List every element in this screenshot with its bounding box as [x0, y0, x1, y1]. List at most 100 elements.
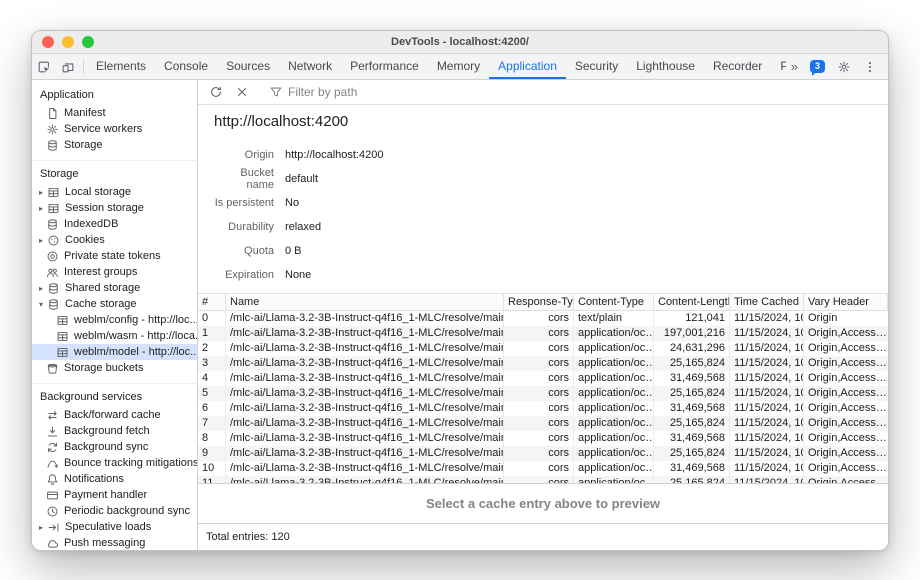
sidebar-item-bounce-tracking-mitigations[interactable]: Bounce tracking mitigations: [32, 455, 197, 471]
tab-memory[interactable]: Memory: [428, 54, 489, 79]
application-sidebar: ApplicationManifestService workersStorag…: [32, 80, 198, 550]
tab-performance-insights[interactable]: Performance insights: [771, 54, 785, 79]
cell-name: /mlc-ai/Llama-3.2-3B-Instruct-q4f16_1-ML…: [226, 401, 504, 416]
table-row[interactable]: 2/mlc-ai/Llama-3.2-3B-Instruct-q4f16_1-M…: [198, 341, 888, 356]
sidebar-item-shared-storage[interactable]: ▸Shared storage: [32, 280, 197, 296]
tree-collapsed-arrow-icon[interactable]: ▸: [36, 523, 46, 532]
column-header-time-cached[interactable]: Time Cached: [730, 294, 804, 310]
sidebar-item-label: Push messaging: [64, 537, 145, 549]
sidebar-item-storage[interactable]: Storage: [32, 137, 197, 153]
sidebar-item-push-messaging[interactable]: Push messaging: [32, 535, 197, 550]
zoom-window-button[interactable]: [82, 36, 94, 48]
statusbar: Total entries: 120: [198, 523, 888, 550]
refresh-button[interactable]: [204, 85, 228, 99]
cell-vary-header: Origin,Access…: [804, 386, 888, 401]
sidebar-item-notifications[interactable]: Notifications: [32, 471, 197, 487]
table-row[interactable]: 8/mlc-ai/Llama-3.2-3B-Instruct-q4f16_1-M…: [198, 431, 888, 446]
tree-expanded-arrow-icon[interactable]: ▾: [36, 300, 46, 309]
tab-sources[interactable]: Sources: [217, 54, 279, 79]
cell-: 4: [198, 371, 226, 386]
sidebar-item-cookies[interactable]: ▸ Cookies: [32, 232, 197, 248]
metadata-label: Expiration: [214, 269, 274, 281]
sidebar-item-private-state-tokens[interactable]: Private state tokens: [32, 248, 197, 264]
table-row[interactable]: 9/mlc-ai/Llama-3.2-3B-Instruct-q4f16_1-M…: [198, 446, 888, 461]
sidebar-item-session-storage[interactable]: ▸Session storage: [32, 200, 197, 216]
sidebar-item-manifest[interactable]: Manifest: [32, 105, 197, 121]
metadata-row-quota: Quota0 B: [214, 239, 888, 263]
tree-collapsed-arrow-icon[interactable]: ▸: [36, 236, 46, 245]
settings-button[interactable]: [832, 60, 856, 74]
sidebar-item-back-forward-cache[interactable]: Back/forward cache: [32, 407, 197, 423]
sidebar-item-periodic-background-sync[interactable]: Periodic background sync: [32, 503, 197, 519]
inspect-element-button[interactable]: [32, 54, 56, 79]
column-header-vary-header[interactable]: Vary Header: [804, 294, 888, 310]
sidebar-item-local-storage[interactable]: ▸Local storage: [32, 184, 197, 200]
tab-application[interactable]: Application: [489, 54, 566, 79]
tree-collapsed-arrow-icon[interactable]: ▸: [36, 204, 46, 213]
tab-elements[interactable]: Elements: [87, 54, 155, 79]
table-row[interactable]: 5/mlc-ai/Llama-3.2-3B-Instruct-q4f16_1-M…: [198, 386, 888, 401]
cell-content-type: application/oc…: [574, 401, 654, 416]
sidebar-item-interest-groups[interactable]: Interest groups: [32, 264, 197, 280]
table-row[interactable]: 7/mlc-ai/Llama-3.2-3B-Instruct-q4f16_1-M…: [198, 416, 888, 431]
payment-icon: [46, 489, 59, 502]
inspect-icon: [37, 60, 51, 74]
tab-performance[interactable]: Performance: [341, 54, 428, 79]
tab-console[interactable]: Console: [155, 54, 217, 79]
table-row[interactable]: 1/mlc-ai/Llama-3.2-3B-Instruct-q4f16_1-M…: [198, 326, 888, 341]
more-tabs-button[interactable]: »: [786, 59, 803, 74]
column-header-content-type[interactable]: Content-Type: [574, 294, 654, 310]
table-row[interactable]: 0/mlc-ai/Llama-3.2-3B-Instruct-q4f16_1-M…: [198, 311, 888, 326]
column-header-response-type[interactable]: Response-Type: [504, 294, 574, 310]
tab-recorder[interactable]: Recorder: [704, 54, 771, 79]
customize-menu-button[interactable]: [858, 60, 882, 74]
cell-response-type: cors: [504, 446, 574, 461]
cell-time-cached: 11/15/2024, 10…: [730, 371, 804, 386]
fetch-icon: [46, 425, 59, 438]
sidebar-item-weblm-config-http-loc[interactable]: weblm/config - http://loc...: [32, 312, 197, 328]
device-toolbar-button[interactable]: [56, 54, 80, 79]
cache-metadata: Originhttp://localhost:4200Bucket namede…: [214, 143, 888, 287]
sidebar-item-cache-storage[interactable]: ▾Cache storage: [32, 296, 197, 312]
sidebar-item-storage-buckets[interactable]: Storage buckets: [32, 360, 197, 376]
issues-button[interactable]: 3: [805, 60, 830, 73]
sidebar-section-application: ApplicationManifestService workersStorag…: [32, 82, 197, 153]
sidebar-item-indexeddb[interactable]: IndexedDB: [32, 216, 197, 232]
delete-selected-button[interactable]: [230, 85, 254, 99]
sidebar-item-speculative-loads[interactable]: ▸Speculative loads: [32, 519, 197, 535]
cell-content-length: 25,165,824: [654, 386, 730, 401]
table-row[interactable]: 6/mlc-ai/Llama-3.2-3B-Instruct-q4f16_1-M…: [198, 401, 888, 416]
refresh-icon: [209, 85, 223, 99]
cell-vary-header: Origin,Access…: [804, 356, 888, 371]
tab-network[interactable]: Network: [279, 54, 341, 79]
filter-input[interactable]: Filter by path: [265, 85, 357, 99]
sidebar-item-background-fetch[interactable]: Background fetch: [32, 423, 197, 439]
minimize-window-button[interactable]: [62, 36, 74, 48]
table-row[interactable]: 11/mlc-ai/Llama-3.2-3B-Instruct-q4f16_1-…: [198, 476, 888, 483]
sidebar-item-service-workers[interactable]: Service workers: [32, 121, 197, 137]
cell-time-cached: 11/15/2024, 10…: [730, 341, 804, 356]
table-row[interactable]: 4/mlc-ai/Llama-3.2-3B-Instruct-q4f16_1-M…: [198, 371, 888, 386]
tree-collapsed-arrow-icon[interactable]: ▸: [36, 188, 46, 197]
tab-lighthouse[interactable]: Lighthouse: [627, 54, 704, 79]
table-row[interactable]: 10/mlc-ai/Llama-3.2-3B-Instruct-q4f16_1-…: [198, 461, 888, 476]
column-header-content-length[interactable]: Content-Length: [654, 294, 730, 310]
tab-security[interactable]: Security: [566, 54, 627, 79]
cell-response-type: cors: [504, 401, 574, 416]
tabbar-right-controls: » 3: [786, 54, 888, 79]
sidebar-item-label: weblm/config - http://loc...: [74, 314, 197, 326]
close-window-button[interactable]: [42, 36, 54, 48]
tree-collapsed-arrow-icon[interactable]: ▸: [36, 284, 46, 293]
sidebar-item-label: Cookies: [65, 234, 105, 246]
table-row[interactable]: 3/mlc-ai/Llama-3.2-3B-Instruct-q4f16_1-M…: [198, 356, 888, 371]
sidebar-item-background-sync[interactable]: Background sync: [32, 439, 197, 455]
sidebar-item-weblm-model-http-loc[interactable]: weblm/model - http://loc...: [32, 344, 197, 360]
cell-response-type: cors: [504, 311, 574, 326]
cell-content-type: application/oc…: [574, 461, 654, 476]
gear-icon: [837, 60, 851, 74]
column-header-[interactable]: #: [198, 294, 226, 310]
column-header-name[interactable]: Name: [226, 294, 504, 310]
sidebar-item-payment-handler[interactable]: Payment handler: [32, 487, 197, 503]
sidebar-item-weblm-wasm-http-loca[interactable]: weblm/wasm - http://loca...: [32, 328, 197, 344]
cell-content-length: 31,469,568: [654, 431, 730, 446]
